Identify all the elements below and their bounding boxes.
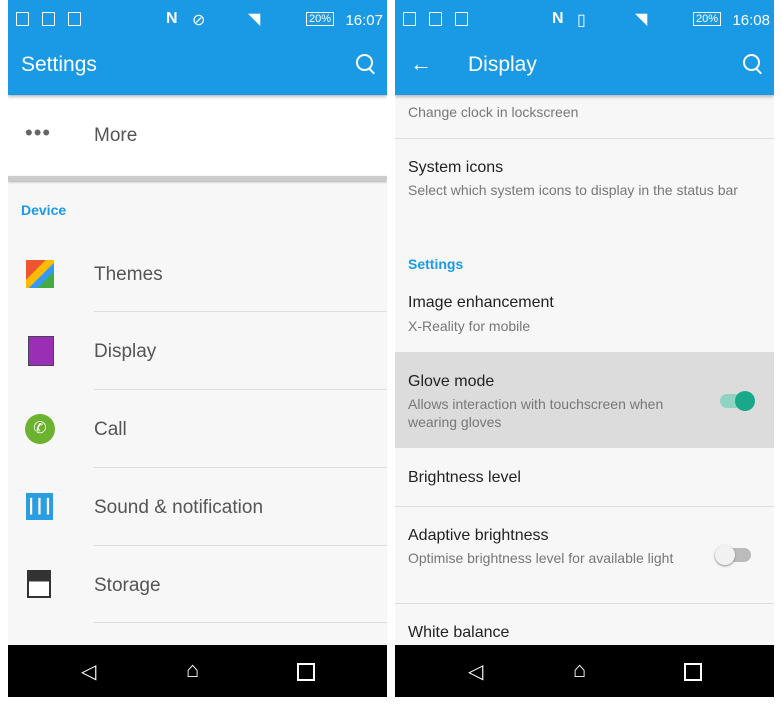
adaptive-brightness-title: Adaptive brightness (408, 527, 549, 544)
settings-item-storage[interactable]: Storage (8, 546, 387, 623)
display-label: Display (94, 341, 157, 362)
image-enhancement-subtitle: X-Reality for mobile (408, 318, 531, 334)
settings-item-display[interactable]: Display (8, 312, 387, 389)
gmail-notification-icon (429, 12, 442, 26)
call-icon: ✆ (25, 414, 55, 444)
nfc-icon: N (166, 10, 178, 27)
image-enhancement-title: Image enhancement (408, 294, 554, 311)
image-enhancement-item[interactable]: Image enhancement X-Reality for mobile (395, 280, 774, 350)
app-bar: Settings (8, 40, 387, 95)
settings-screen: N ⊘ ◥ 20% 16:07 Settings ••• More Device… (8, 0, 387, 697)
section-header-settings: Settings (408, 256, 464, 272)
adaptive-brightness-toggle[interactable] (715, 545, 751, 565)
vibrate-icon: ▯ (577, 12, 586, 29)
screenshot-notification-icon (68, 12, 81, 26)
nfc-icon: N (552, 10, 564, 27)
toggle-thumb (715, 545, 735, 565)
app-bar: ← Display (395, 40, 774, 95)
glove-mode-toggle[interactable] (720, 391, 755, 411)
more-item[interactable]: ••• More (8, 96, 387, 176)
toggle-thumb (735, 391, 755, 411)
brightness-level-item[interactable]: Brightness level (395, 449, 774, 506)
section-header-device: Device (21, 202, 67, 218)
themes-label: Themes (94, 264, 163, 285)
clock: 16:07 (345, 12, 383, 29)
recents-nav-icon[interactable] (297, 663, 315, 681)
gallery-notification-icon (16, 12, 29, 26)
system-icons-item[interactable]: System icons Select which system icons t… (395, 139, 774, 229)
clocks-subtitle: Change clock in lockscreen (408, 104, 579, 120)
settings-item-themes[interactable]: Themes (8, 235, 387, 312)
display-settings-screen: N ▯ ◥ 20% 16:08 ← Display Change clock i… (395, 0, 774, 697)
adaptive-brightness-item[interactable]: Adaptive brightness Optimise brightness … (395, 507, 774, 603)
wifi-icon: ◥ (248, 11, 261, 28)
settings-item-call[interactable]: ✆ Call (8, 390, 387, 467)
system-icons-title: System icons (408, 159, 504, 176)
white-balance-title: White balance (408, 624, 510, 641)
more-icon: ••• (25, 120, 52, 145)
white-balance-item[interactable]: White balance (395, 604, 774, 645)
glove-mode-item[interactable]: Glove mode Allows interaction with touch… (395, 352, 774, 448)
wifi-icon: ◥ (635, 11, 648, 28)
clock: 16:08 (732, 12, 770, 29)
battery-icon: 20% (306, 12, 335, 26)
adaptive-brightness-subtitle: Optimise brightness level for available … (408, 550, 674, 566)
section-divider (8, 176, 387, 181)
storage-icon (27, 570, 51, 598)
page-title: Display (468, 53, 537, 76)
navigation-bar: ◁ ⌂ (8, 645, 387, 697)
status-bar: N ▯ ◥ 20% 16:08 (395, 0, 774, 40)
navigation-bar: ◁ ⌂ (395, 645, 774, 697)
sound-label: Sound & notification (94, 497, 264, 518)
settings-item-sound[interactable]: ┃┃┃ Sound & notification (8, 468, 387, 545)
back-nav-icon[interactable]: ◁ (81, 659, 96, 684)
back-arrow-icon[interactable]: ← (410, 51, 432, 77)
gmail-notification-icon (42, 12, 55, 26)
call-label: Call (94, 419, 127, 440)
home-nav-icon[interactable]: ⌂ (573, 657, 586, 683)
system-icons-subtitle: Select which system icons to display in … (408, 182, 738, 198)
display-icon (28, 336, 54, 366)
divider (94, 622, 387, 623)
glove-mode-subtitle: Allows interaction with touchscreen when… (408, 396, 664, 430)
gallery-notification-icon (403, 12, 416, 26)
brightness-level-title: Brightness level (408, 469, 521, 486)
themes-icon (26, 260, 54, 288)
sound-icon: ┃┃┃ (26, 493, 53, 520)
home-nav-icon[interactable]: ⌂ (186, 657, 199, 683)
battery-icon: 20% (693, 12, 722, 26)
status-bar: N ⊘ ◥ 20% 16:07 (8, 0, 387, 40)
glove-mode-title: Glove mode (408, 373, 495, 390)
back-nav-icon[interactable]: ◁ (468, 659, 483, 684)
screenshot-notification-icon (455, 12, 468, 26)
recents-nav-icon[interactable] (684, 663, 702, 681)
more-label: More (94, 125, 138, 146)
page-title: Settings (21, 53, 97, 76)
search-icon[interactable] (356, 54, 373, 71)
storage-label: Storage (94, 575, 161, 596)
do-not-disturb-icon: ⊘ (192, 12, 206, 29)
search-icon[interactable] (743, 54, 760, 71)
